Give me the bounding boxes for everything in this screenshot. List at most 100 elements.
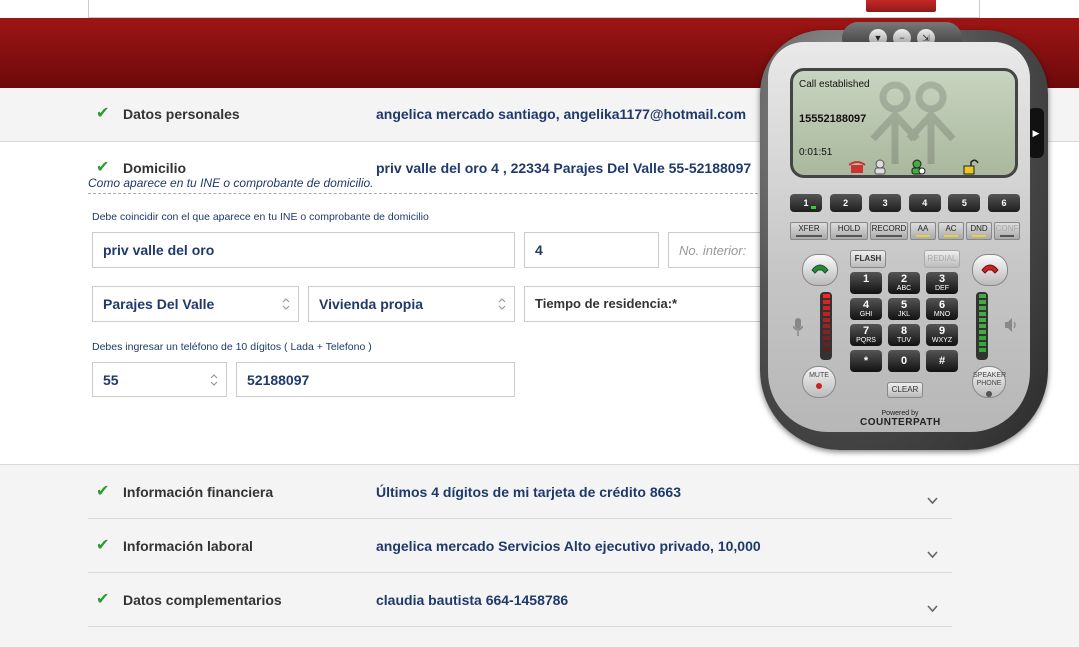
key-digit: 5 bbox=[900, 299, 908, 311]
powered-by-text: Powered by bbox=[881, 410, 919, 417]
phone-number-input[interactable]: 52188097 bbox=[236, 362, 515, 397]
line-label: 1 bbox=[803, 198, 809, 208]
speakerphone-button[interactable]: SPEAKER PHONE bbox=[972, 366, 1006, 398]
key-digit: 6 bbox=[938, 299, 946, 311]
unlocked-icon bbox=[963, 159, 979, 175]
street-value: priv valle del oro bbox=[103, 242, 215, 258]
housing-type-select[interactable]: Vivienda propia bbox=[308, 286, 515, 322]
key-letters: ABC bbox=[896, 285, 912, 292]
line-button-4[interactable]: 4 bbox=[908, 194, 941, 212]
housing-type-value: Vivienda propia bbox=[319, 296, 423, 312]
fkey-label: HOLD bbox=[837, 224, 861, 233]
conf-button[interactable]: CONF bbox=[994, 222, 1020, 240]
colony-select[interactable]: Parajes Del Valle bbox=[92, 286, 299, 322]
answer-call-button[interactable] bbox=[802, 254, 838, 286]
speaker-level-meter[interactable] bbox=[976, 292, 988, 360]
key-star[interactable]: * bbox=[850, 350, 882, 372]
key-hash[interactable]: # bbox=[926, 350, 958, 372]
phone-note: Debes ingresar un teléfono de 10 dígitos… bbox=[92, 341, 372, 353]
line-label: 6 bbox=[1001, 198, 1007, 208]
mute-button[interactable]: MUTE bbox=[802, 366, 836, 398]
section-work[interactable]: ✔ Información laboral angelica mercado S… bbox=[0, 519, 1079, 572]
residence-time-label: Tiempo de residencia:* bbox=[535, 296, 678, 311]
chevron-down-icon[interactable] bbox=[927, 603, 938, 614]
section-value: Últimos 4 dígitos de mi tarjeta de crédi… bbox=[376, 484, 681, 500]
line-button-5[interactable]: 5 bbox=[948, 194, 981, 212]
speaker-volume-icon bbox=[1005, 318, 1016, 332]
key-digit: 1 bbox=[862, 273, 870, 285]
section-label: Información financiera bbox=[123, 484, 274, 500]
line-button-3[interactable]: 3 bbox=[869, 194, 902, 212]
residence-time-select[interactable]: Tiempo de residencia:* bbox=[524, 286, 778, 322]
key-1[interactable]: 1 bbox=[850, 272, 882, 294]
divider bbox=[88, 626, 952, 627]
mic-level-meter[interactable] bbox=[820, 292, 832, 360]
select-arrows-icon bbox=[498, 298, 506, 310]
check-icon: ✔ bbox=[96, 591, 110, 608]
area-code-value: 55 bbox=[103, 371, 119, 388]
area-code-select[interactable]: 55 bbox=[92, 362, 227, 397]
key-digit: 4 bbox=[862, 299, 870, 311]
line-button-2[interactable]: 2 bbox=[829, 194, 862, 212]
dnd-button[interactable]: DND bbox=[966, 222, 992, 240]
key-letters: WXYZ bbox=[931, 337, 953, 344]
fkey-label: DND bbox=[970, 224, 988, 233]
fkey-label: RECORD bbox=[871, 224, 907, 233]
key-3[interactable]: 3 DEF bbox=[926, 272, 958, 294]
select-arrows-icon bbox=[282, 298, 290, 310]
fkey-label: AA bbox=[917, 224, 929, 233]
int-number-placeholder: No. interior: bbox=[679, 242, 747, 258]
clear-button[interactable]: CLEAR bbox=[887, 382, 923, 398]
key-9[interactable]: 9 WXYZ bbox=[926, 324, 958, 346]
line-buttons: 1 2 3 4 5 6 bbox=[790, 194, 1020, 212]
line-label: 4 bbox=[922, 198, 928, 208]
key-2[interactable]: 2 ABC bbox=[888, 272, 920, 294]
street-input[interactable]: priv valle del oro bbox=[92, 232, 515, 268]
microphone-icon bbox=[793, 318, 803, 336]
chevron-down-icon[interactable] bbox=[927, 495, 938, 506]
key-4[interactable]: 4 GHI bbox=[850, 298, 882, 320]
key-0[interactable]: 0 bbox=[888, 350, 920, 372]
section-label: Datos personales bbox=[123, 106, 240, 122]
fkey-label: XFER bbox=[798, 224, 820, 233]
section-value: angelica mercado Servicios Alto ejecutiv… bbox=[376, 538, 761, 554]
end-call-button[interactable] bbox=[972, 254, 1008, 286]
flash-button[interactable]: FLASH bbox=[850, 250, 886, 268]
xfer-button[interactable]: XFER bbox=[790, 222, 828, 240]
key-digit: * bbox=[863, 355, 869, 367]
section-value: angelica mercado santiago, angelika1177@… bbox=[376, 106, 747, 122]
check-icon: ✔ bbox=[96, 159, 110, 176]
key-digit: 8 bbox=[900, 325, 908, 337]
key-6[interactable]: 6 MNO bbox=[926, 298, 958, 320]
key-digit: # bbox=[938, 355, 946, 367]
dashed-divider bbox=[88, 193, 778, 194]
key-5[interactable]: 5 JKL bbox=[888, 298, 920, 320]
user-status-icon bbox=[874, 159, 886, 175]
green-phone-icon bbox=[811, 264, 829, 274]
section-complementary[interactable]: ✔ Datos complementarios claudia bautista… bbox=[0, 573, 1079, 626]
dialed-number: 15552188097 bbox=[799, 113, 867, 125]
display-status-icons bbox=[849, 159, 979, 175]
aa-button[interactable]: AA bbox=[910, 222, 936, 240]
section-financial[interactable]: ✔ Información financiera Últimos 4 dígit… bbox=[0, 465, 1079, 518]
section-value: claudia bautista 664-1458786 bbox=[376, 592, 569, 608]
line-button-6[interactable]: 6 bbox=[987, 194, 1020, 212]
line-label: 2 bbox=[843, 198, 849, 208]
chevron-down-icon[interactable] bbox=[927, 549, 938, 560]
ac-button[interactable]: AC bbox=[938, 222, 964, 240]
section-label[interactable]: Domicilio bbox=[123, 160, 186, 176]
ext-number-value: 4 bbox=[535, 242, 543, 258]
key-7[interactable]: 7 PQRS bbox=[850, 324, 882, 346]
ext-number-input[interactable]: 4 bbox=[524, 232, 659, 268]
key-8[interactable]: 8 TUV bbox=[888, 324, 920, 346]
hold-button[interactable]: HOLD bbox=[830, 222, 868, 240]
line-label: 3 bbox=[882, 198, 888, 208]
record-button[interactable]: RECORD bbox=[870, 222, 908, 240]
fkey-label: CONF bbox=[995, 224, 1019, 233]
top-bar bbox=[0, 0, 1079, 18]
expand-panel-icon[interactable]: ▶ bbox=[1028, 108, 1044, 158]
colony-value: Parajes Del Valle bbox=[103, 296, 215, 312]
softphone-window[interactable]: ▼ − ⇲ ▶ Call established 15552188097 0:0… bbox=[760, 22, 1048, 452]
redial-button[interactable]: REDIAL bbox=[924, 250, 960, 268]
line-button-1[interactable]: 1 bbox=[790, 194, 822, 212]
